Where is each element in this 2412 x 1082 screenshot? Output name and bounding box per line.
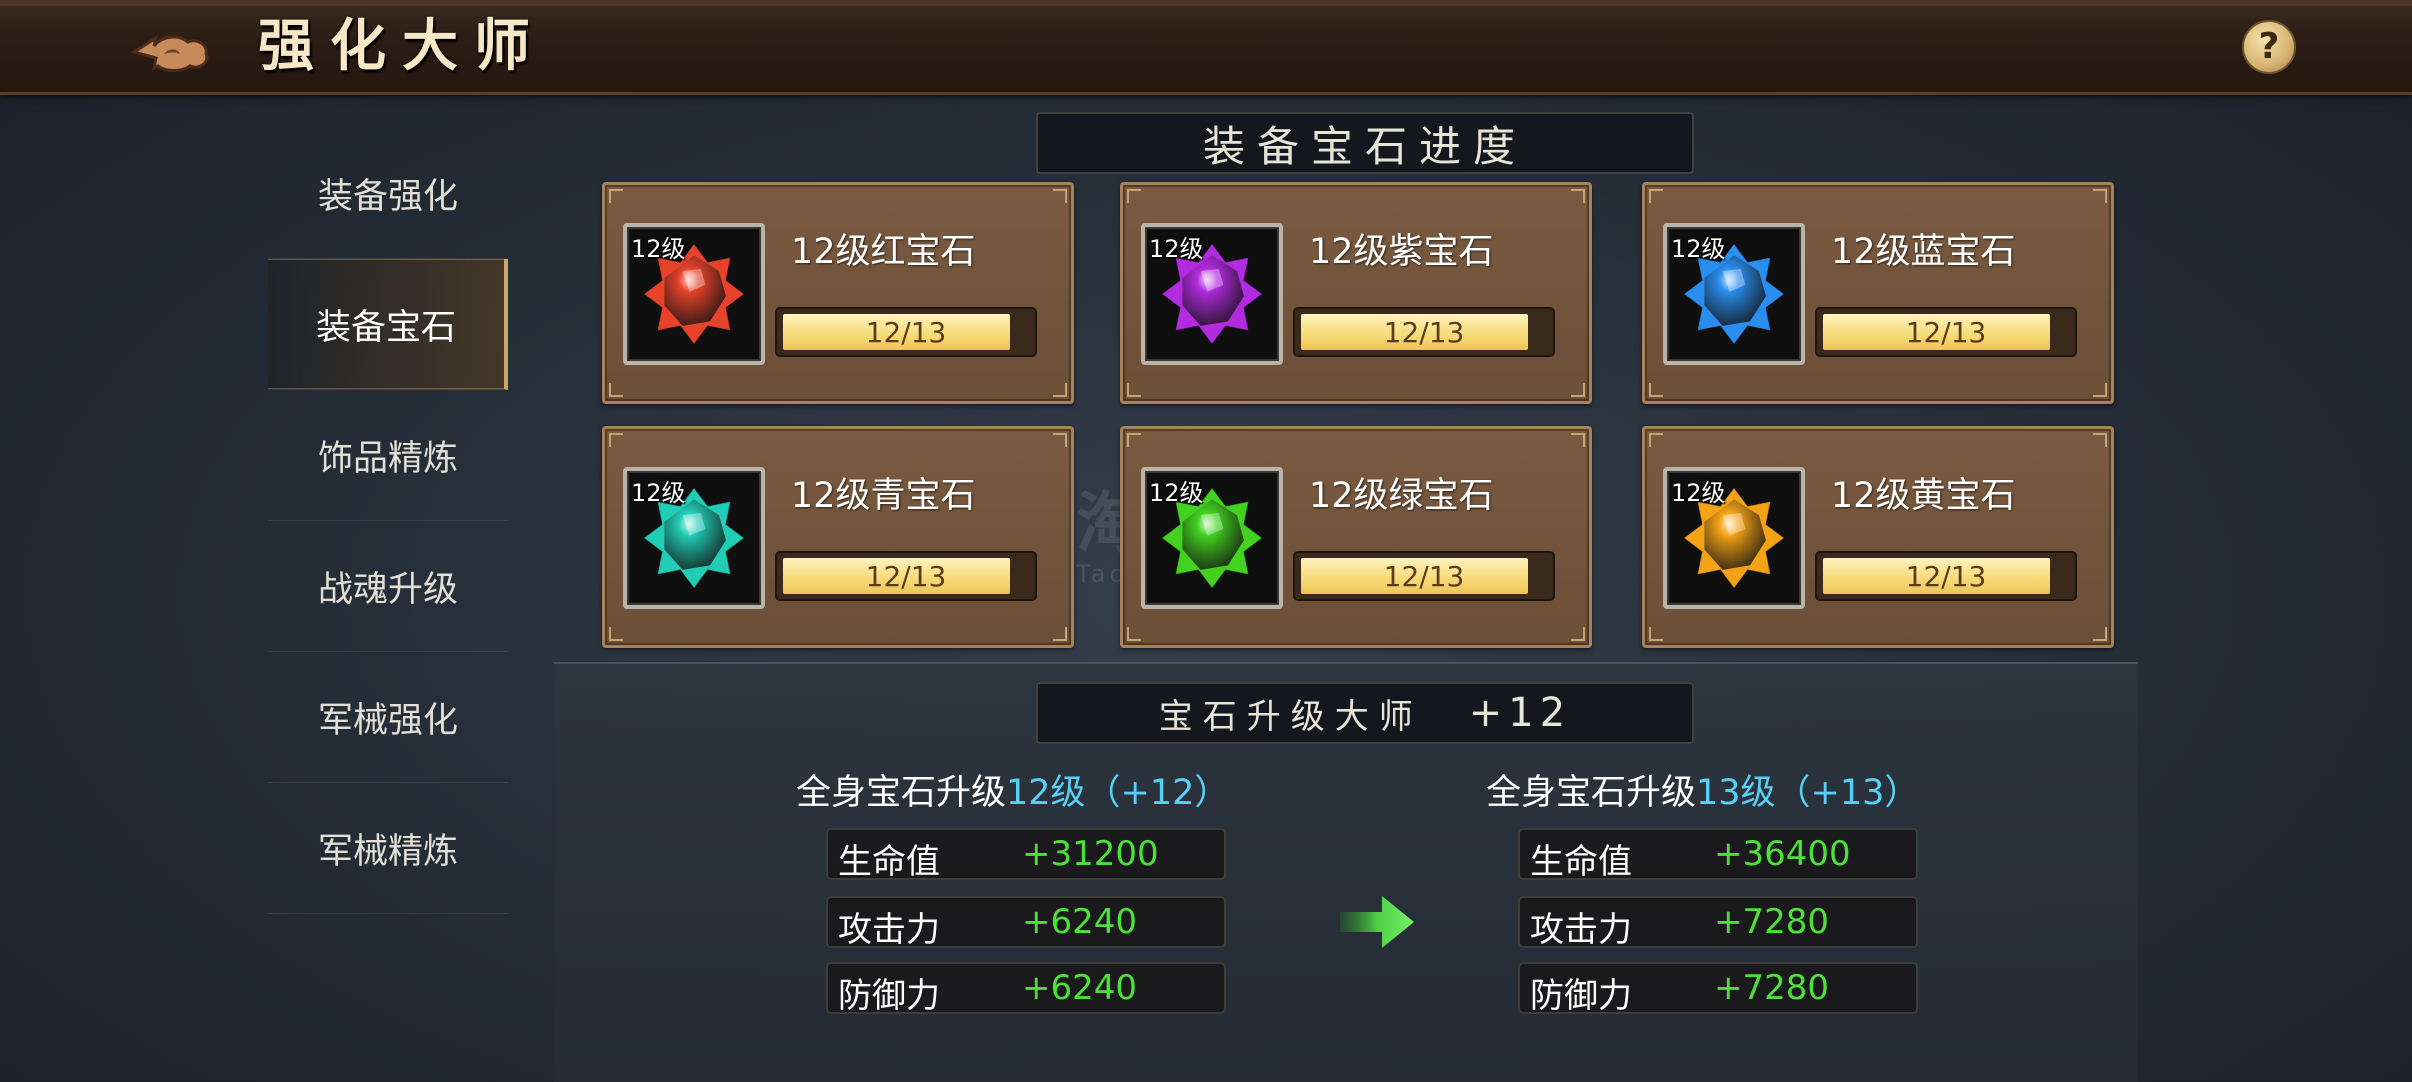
gem-progress-bar: 12/13	[1293, 307, 1555, 357]
stat-value: +7280	[1714, 902, 1830, 942]
gem-level-tag: 12级	[1671, 235, 1726, 263]
back-cloud-button[interactable]	[130, 24, 212, 78]
sidebar-item-armament-refine[interactable]: 军械精炼	[268, 783, 508, 914]
sidebar-item-label: 军械精炼	[317, 831, 458, 872]
sidebar-item-accessory-refine[interactable]: 饰品精炼	[268, 390, 508, 521]
gem-progress-text: 12/13	[865, 559, 947, 593]
current-level-title: 全身宝石升级12级（+12）	[796, 764, 1229, 815]
back-cloud-icon	[130, 34, 209, 72]
gem-name: 12级青宝石	[791, 476, 976, 516]
gem-slot[interactable]: 12级	[623, 223, 765, 365]
gem-progress-header: 装备宝石进度	[1036, 112, 1694, 174]
stat-value: +6240	[1022, 902, 1138, 942]
gem-master-title: 宝石升级大师	[1158, 696, 1423, 737]
sidebar-item-label: 战魂升级	[317, 569, 458, 610]
next-title-level: 13级（+13）	[1696, 773, 1920, 813]
sidebar: 装备强化 装备宝石 饰品精炼 战魂升级 军械强化 军械精炼	[268, 128, 508, 914]
current-stat-row-hp: 生命值 +31200	[826, 828, 1226, 882]
sidebar-item-label: 装备强化	[317, 176, 458, 217]
next-stat-row-defense: 防御力 +7280	[1518, 962, 1918, 1016]
gem-progress-text: 12/13	[1383, 315, 1465, 349]
help-button[interactable]: ?	[2242, 20, 2296, 74]
gem-level-tag: 12级	[631, 235, 686, 263]
gem-slot[interactable]: 12级	[1141, 223, 1283, 365]
stat-label: 攻击力	[838, 910, 940, 950]
gem-card[interactable]: 12级 12级绿宝石 12/13	[1120, 426, 1592, 648]
stat-label: 防御力	[838, 976, 940, 1016]
stat-label: 攻击力	[1530, 910, 1632, 950]
gem-level-tag: 12级	[631, 479, 686, 507]
gem-slot[interactable]: 12级	[623, 467, 765, 609]
stat-value: +7280	[1714, 968, 1830, 1008]
sidebar-item-equipment-gem[interactable]: 装备宝石	[268, 259, 508, 390]
gem-slot[interactable]: 12级	[1663, 467, 1805, 609]
sidebar-item-armament-enhance[interactable]: 军械强化	[268, 652, 508, 783]
gem-progress-bar: 12/13	[1293, 551, 1555, 601]
sidebar-item-label: 装备宝石	[315, 307, 456, 348]
next-level-title: 全身宝石升级13级（+13）	[1486, 764, 1919, 815]
gem-master-header: 宝石升级大师 +12	[1036, 682, 1694, 744]
gem-card[interactable]: 12级 12级青宝石 12/13	[602, 426, 1074, 648]
gem-card[interactable]: 12级 12级蓝宝石 12/13	[1642, 182, 2114, 404]
sidebar-item-equipment-enhance[interactable]: 装备强化	[268, 128, 508, 259]
stat-label: 防御力	[1530, 976, 1632, 1016]
gem-card[interactable]: 12级 12级黄宝石 12/13	[1642, 426, 2114, 648]
gem-name: 12级红宝石	[791, 232, 976, 272]
gem-master-plus: +12	[1468, 690, 1572, 736]
stat-value: +36400	[1714, 834, 1851, 874]
gem-card[interactable]: 12级 12级红宝石 12/13	[602, 182, 1074, 404]
gem-progress-text: 12/13	[1905, 315, 1987, 349]
gem-card[interactable]: 12级 12级紫宝石 12/13	[1120, 182, 1592, 404]
next-stat-row-attack: 攻击力 +7280	[1518, 896, 1918, 950]
upgrade-arrow-icon	[1340, 896, 1414, 948]
stat-label: 生命值	[838, 842, 940, 882]
gem-name: 12级紫宝石	[1309, 232, 1494, 272]
gem-slot[interactable]: 12级	[1663, 223, 1805, 365]
gem-name: 12级黄宝石	[1831, 476, 2016, 516]
sidebar-item-label: 军械强化	[317, 700, 458, 741]
gem-progress-bar: 12/13	[775, 307, 1037, 357]
current-title-prefix: 全身宝石升级	[796, 773, 1007, 813]
current-stat-row-defense: 防御力 +6240	[826, 962, 1226, 1016]
top-bar: 强化大师 ?	[0, 0, 2412, 95]
gem-progress-text: 12/13	[1383, 559, 1465, 593]
sidebar-item-label: 饰品精炼	[317, 438, 458, 479]
gem-progress-bar: 12/13	[1815, 307, 2077, 357]
gem-progress-title: 装备宝石进度	[1202, 121, 1527, 171]
gem-progress-bar: 12/13	[1815, 551, 2077, 601]
stat-value: +6240	[1022, 968, 1138, 1008]
next-stat-row-hp: 生命值 +36400	[1518, 828, 1918, 882]
sidebar-item-war-soul-upgrade[interactable]: 战魂升级	[268, 521, 508, 652]
gem-slot[interactable]: 12级	[1141, 467, 1283, 609]
gem-name: 12级绿宝石	[1309, 476, 1494, 516]
gem-level-tag: 12级	[1671, 479, 1726, 507]
gem-level-tag: 12级	[1149, 479, 1204, 507]
stat-value: +31200	[1022, 834, 1159, 874]
next-title-prefix: 全身宝石升级	[1486, 773, 1697, 813]
gem-progress-text: 12/13	[1905, 559, 1987, 593]
page-title: 强化大师	[258, 13, 546, 79]
gem-progress-bar: 12/13	[775, 551, 1037, 601]
gem-name: 12级蓝宝石	[1831, 232, 2016, 272]
stat-label: 生命值	[1530, 842, 1632, 882]
gem-progress-text: 12/13	[865, 315, 947, 349]
current-stat-row-attack: 攻击力 +6240	[826, 896, 1226, 950]
current-title-level: 12级（+12）	[1006, 773, 1230, 813]
gem-level-tag: 12级	[1149, 235, 1204, 263]
